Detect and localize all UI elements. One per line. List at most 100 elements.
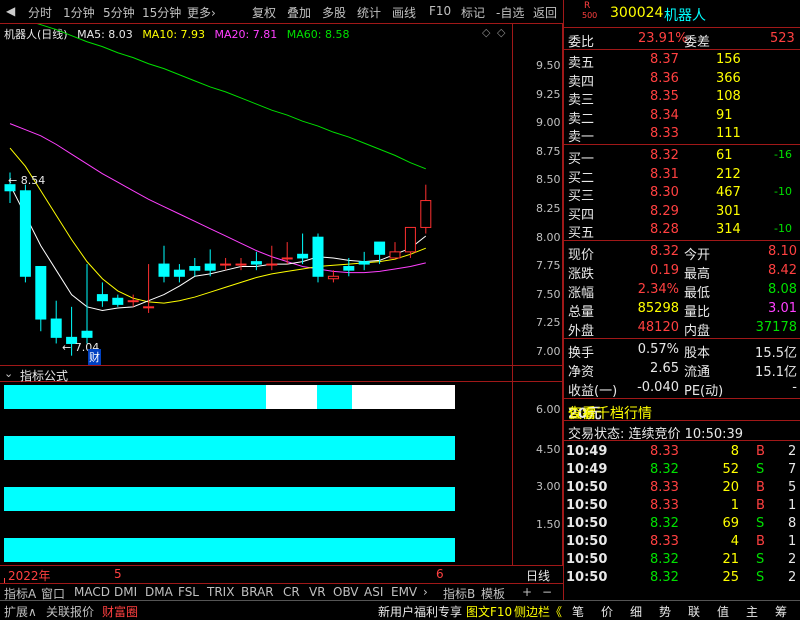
period-tab-timeshare[interactable]: 分时 bbox=[28, 4, 52, 21]
f10-button[interactable]: F10 bbox=[429, 4, 451, 18]
stat-value: 2.34% bbox=[637, 282, 679, 297]
side-tab-link[interactable]: 联 bbox=[688, 603, 700, 620]
indicator-panel[interactable]: ⌄ 指标公式 6.00 4.50 3.00 1.50 bbox=[0, 366, 563, 566]
tab-dma[interactable]: DMA bbox=[145, 585, 173, 599]
wealth-circle-button[interactable]: 财富圈 bbox=[102, 603, 138, 620]
period-label[interactable]: 日线 bbox=[526, 567, 550, 584]
sell-level-volume: 108 bbox=[716, 89, 741, 104]
buy-level-row[interactable]: 买四 8.29 301 bbox=[564, 203, 800, 223]
stat-label: 涨跌 bbox=[568, 267, 595, 282]
tick-count: 2 bbox=[788, 570, 797, 585]
indicator-bar bbox=[4, 385, 266, 409]
tick-row: 10:50 8.33 1 B 1 bbox=[564, 497, 800, 515]
buy-level-price: 8.28 bbox=[650, 222, 679, 237]
divider bbox=[564, 240, 800, 241]
tick-side: S bbox=[756, 570, 765, 585]
related-quotes-button[interactable]: 关联报价 bbox=[46, 603, 94, 620]
kline-chart-panel[interactable]: 机器人(日线) MA5: 8.03 MA10: 7.93 MA20: 7.81 … bbox=[0, 24, 563, 366]
buy-level-row[interactable]: 买一 8.32 61 -16 bbox=[564, 147, 800, 167]
sell-level-volume: 91 bbox=[716, 107, 733, 123]
fund-label: 净资 bbox=[568, 365, 595, 380]
back-arrow-icon[interactable]: ◀ bbox=[6, 4, 15, 18]
indicator-bar bbox=[317, 385, 352, 409]
period-tab-15min[interactable]: 15分钟 bbox=[142, 4, 181, 21]
side-tab-chips[interactable]: 筹 bbox=[775, 603, 787, 620]
tab-dmi[interactable]: DMI bbox=[114, 585, 137, 599]
period-tab-5min[interactable]: 5分钟 bbox=[103, 4, 135, 21]
tab-trix[interactable]: TRIX bbox=[207, 585, 234, 599]
side-tab-price[interactable]: 价 bbox=[601, 603, 613, 620]
sell-level-row[interactable]: 卖三 8.35 108 bbox=[564, 88, 800, 108]
sidebar-toggle-button[interactable]: 侧边栏《 bbox=[514, 603, 562, 620]
tab-macd[interactable]: MACD bbox=[74, 585, 110, 599]
multi-stock-button[interactable]: 多股 bbox=[322, 4, 346, 21]
tick-side: B bbox=[756, 534, 765, 549]
indicator-bar bbox=[4, 487, 455, 511]
buy-level-change: -16 bbox=[774, 148, 792, 161]
period-more-button[interactable]: 更多› bbox=[187, 4, 216, 21]
collapse-icon[interactable]: ⌄ bbox=[4, 367, 13, 380]
side-tab-detail[interactable]: 细 bbox=[630, 603, 642, 620]
minus-icon[interactable]: − bbox=[542, 585, 552, 599]
side-tab-main[interactable]: 主 bbox=[746, 603, 758, 620]
tick-time: 10:50 bbox=[566, 552, 608, 567]
sell-level-row[interactable]: 卖四 8.36 366 bbox=[564, 70, 800, 90]
sell-level-row[interactable]: 卖一 8.33 111 bbox=[564, 125, 800, 145]
fund-value: 15.5亿 bbox=[755, 346, 797, 361]
buy-level-row[interactable]: 买二 8.31 212 bbox=[564, 166, 800, 186]
tab-cr[interactable]: CR bbox=[283, 585, 300, 599]
stat-value: 85298 bbox=[637, 301, 679, 316]
overlay-button[interactable]: 叠加 bbox=[287, 4, 311, 21]
ma10-line bbox=[9, 147, 426, 304]
tab-emv[interactable]: EMV bbox=[391, 585, 417, 599]
fund-value: 2.65 bbox=[650, 361, 679, 376]
sell-level-row[interactable]: 卖五 8.37 156 bbox=[564, 51, 800, 71]
tick-row: 10:49 8.32 52 S 7 bbox=[564, 461, 800, 479]
tab-asi[interactable]: ASI bbox=[364, 585, 383, 599]
buy-level-row[interactable]: 买三 8.30 467 -10 bbox=[564, 184, 800, 204]
buy-level-price: 8.32 bbox=[650, 148, 679, 163]
stat-label: 今开 bbox=[684, 248, 711, 263]
side-tab-trades[interactable]: 笔 bbox=[572, 603, 584, 620]
side-tab-value[interactable]: 值 bbox=[717, 603, 729, 620]
new-user-benefit-link[interactable]: 新用户福利专享 bbox=[378, 603, 462, 620]
finance-badge[interactable]: 财 bbox=[88, 349, 101, 365]
tab-obv[interactable]: OBV bbox=[333, 585, 359, 599]
favorite-button[interactable]: -自选 bbox=[496, 4, 524, 21]
tab-brar[interactable]: BRAR bbox=[241, 585, 274, 599]
buy-level-volume: 61 bbox=[716, 148, 733, 163]
period-tab-1min[interactable]: 1分钟 bbox=[63, 4, 95, 21]
f10-graphic-button[interactable]: 图文F10 bbox=[466, 603, 512, 620]
mark-button[interactable]: 标记 bbox=[461, 4, 485, 21]
divider bbox=[564, 49, 800, 50]
restore-rights-button[interactable]: 复权 bbox=[252, 4, 276, 21]
return-button[interactable]: 返回 bbox=[533, 4, 557, 21]
indicator-header: ⌄ 指标公式 bbox=[0, 366, 563, 383]
price-tick: 8.00 bbox=[536, 230, 561, 244]
stock-header: R 500 300024 机器人 bbox=[564, 1, 800, 25]
sell-level-row[interactable]: 卖二 8.34 91 bbox=[564, 107, 800, 127]
expand-button[interactable]: 扩展∧ bbox=[4, 603, 37, 620]
tabs-more-icon[interactable]: › bbox=[423, 585, 428, 599]
tick-volume: 69 bbox=[722, 516, 739, 531]
statistics-button[interactable]: 统计 bbox=[357, 4, 381, 21]
stat-label: 总量 bbox=[568, 305, 595, 320]
weicha-value: 523 bbox=[770, 31, 795, 46]
fund-value: 15.1亿 bbox=[755, 365, 797, 380]
tick-volume: 52 bbox=[722, 462, 739, 477]
candle-body bbox=[281, 257, 293, 260]
add-icon[interactable]: + bbox=[522, 585, 532, 599]
buy-level-row[interactable]: 买五 8.28 314 -10 bbox=[564, 221, 800, 241]
promo-row[interactable]: 仅需 20元 查看千档行情 bbox=[564, 401, 800, 422]
tick-row: 10:50 8.32 69 S 8 bbox=[564, 515, 800, 533]
tab-vr[interactable]: VR bbox=[309, 585, 326, 599]
buy-level-price: 8.31 bbox=[650, 166, 679, 182]
tab-fsl[interactable]: FSL bbox=[178, 585, 199, 599]
stat-row: 现价 8.32 今开 8.10 bbox=[564, 243, 800, 263]
stat-label: 外盘 bbox=[568, 324, 595, 339]
tick-row: 10:49 8.33 8 B 2 bbox=[564, 443, 800, 461]
tick-price: 8.33 bbox=[650, 480, 679, 495]
month-label: 5 bbox=[114, 567, 122, 581]
draw-line-button[interactable]: 画线 bbox=[392, 4, 416, 21]
side-tab-trend[interactable]: 势 bbox=[659, 603, 671, 620]
